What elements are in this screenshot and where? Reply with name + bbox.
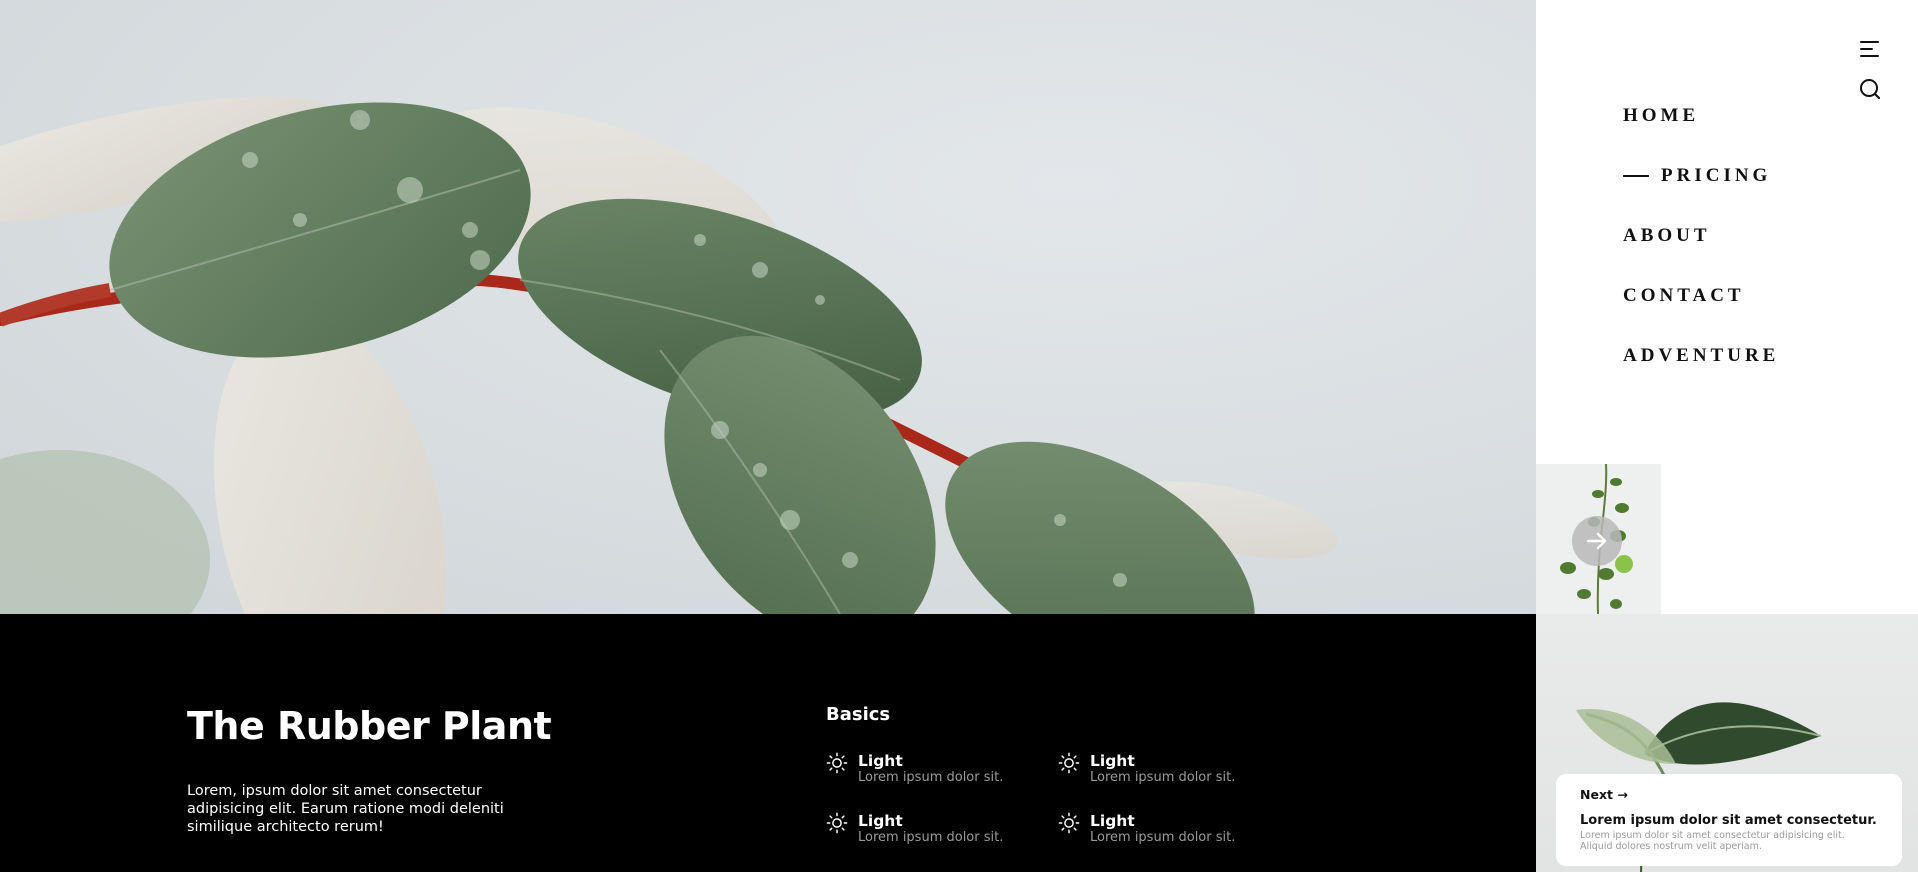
hero-plant-illustration bbox=[0, 96, 1338, 614]
basics-heading: Basics bbox=[826, 704, 891, 725]
sun-icon bbox=[826, 752, 848, 774]
nav-item-label: PRICING bbox=[1661, 165, 1772, 186]
feature-name: Light bbox=[858, 812, 903, 830]
next-plant-preview: Next → Lorem ipsum dolor sit amet consec… bbox=[1536, 614, 1918, 872]
hero-image bbox=[0, 0, 1536, 614]
feature-description: Lorem ipsum dolor sit. bbox=[858, 770, 1004, 785]
plant-title: The Rubber Plant bbox=[187, 704, 552, 748]
main-nav: HOME PRICING ABOUT CONTACT ADVENTURE bbox=[1623, 86, 1779, 386]
feature-name: Light bbox=[1090, 752, 1135, 770]
nav-item-label: HOME bbox=[1623, 105, 1700, 126]
nav-item-contact[interactable]: CONTACT bbox=[1623, 266, 1779, 326]
sun-icon bbox=[1058, 812, 1080, 834]
side-navigation-panel: HOME PRICING ABOUT CONTACT ADVENTURE bbox=[1536, 0, 1918, 464]
feature-item: Light Lorem ipsum dolor sit. bbox=[1058, 752, 1235, 786]
hamburger-menu-icon[interactable] bbox=[1860, 40, 1882, 60]
arrow-right-icon bbox=[1586, 532, 1607, 550]
nav-item-home[interactable]: HOME bbox=[1623, 86, 1779, 146]
search-icon[interactable] bbox=[1859, 78, 1883, 102]
plant-description: Lorem, ipsum dolor sit amet consectetur … bbox=[187, 783, 504, 835]
nav-item-about[interactable]: ABOUT bbox=[1623, 206, 1779, 266]
nav-item-adventure[interactable]: ADVENTURE bbox=[1623, 326, 1779, 386]
nav-item-label: ABOUT bbox=[1623, 225, 1711, 246]
next-card-body: Lorem ipsum dolor sit amet consectetur a… bbox=[1580, 830, 1845, 852]
feature-item: Light Lorem ipsum dolor sit. bbox=[826, 812, 1003, 846]
feature-description: Lorem ipsum dolor sit. bbox=[1090, 830, 1236, 845]
plant-thumbnail[interactable] bbox=[1536, 464, 1661, 614]
nav-item-label: CONTACT bbox=[1623, 285, 1745, 306]
feature-name: Light bbox=[858, 752, 903, 770]
plant-info-section: The Rubber Plant Lorem, ipsum dolor sit … bbox=[0, 614, 1536, 872]
feature-item: Light Lorem ipsum dolor sit. bbox=[826, 752, 1003, 786]
active-indicator bbox=[1623, 175, 1649, 177]
sun-icon bbox=[1058, 752, 1080, 774]
feature-name: Light bbox=[1090, 812, 1135, 830]
feature-item: Light Lorem ipsum dolor sit. bbox=[1058, 812, 1235, 846]
next-arrow-button[interactable] bbox=[1572, 516, 1622, 566]
next-link[interactable]: Next → bbox=[1580, 787, 1628, 802]
next-card-headline: Lorem ipsum dolor sit amet consectetur. bbox=[1580, 813, 1877, 828]
nav-item-pricing[interactable]: PRICING bbox=[1623, 146, 1779, 206]
feature-description: Lorem ipsum dolor sit. bbox=[858, 830, 1004, 845]
sun-icon bbox=[826, 812, 848, 834]
feature-description: Lorem ipsum dolor sit. bbox=[1090, 770, 1236, 785]
nav-item-label: ADVENTURE bbox=[1623, 345, 1780, 366]
next-card[interactable]: Next → Lorem ipsum dolor sit amet consec… bbox=[1556, 774, 1902, 866]
